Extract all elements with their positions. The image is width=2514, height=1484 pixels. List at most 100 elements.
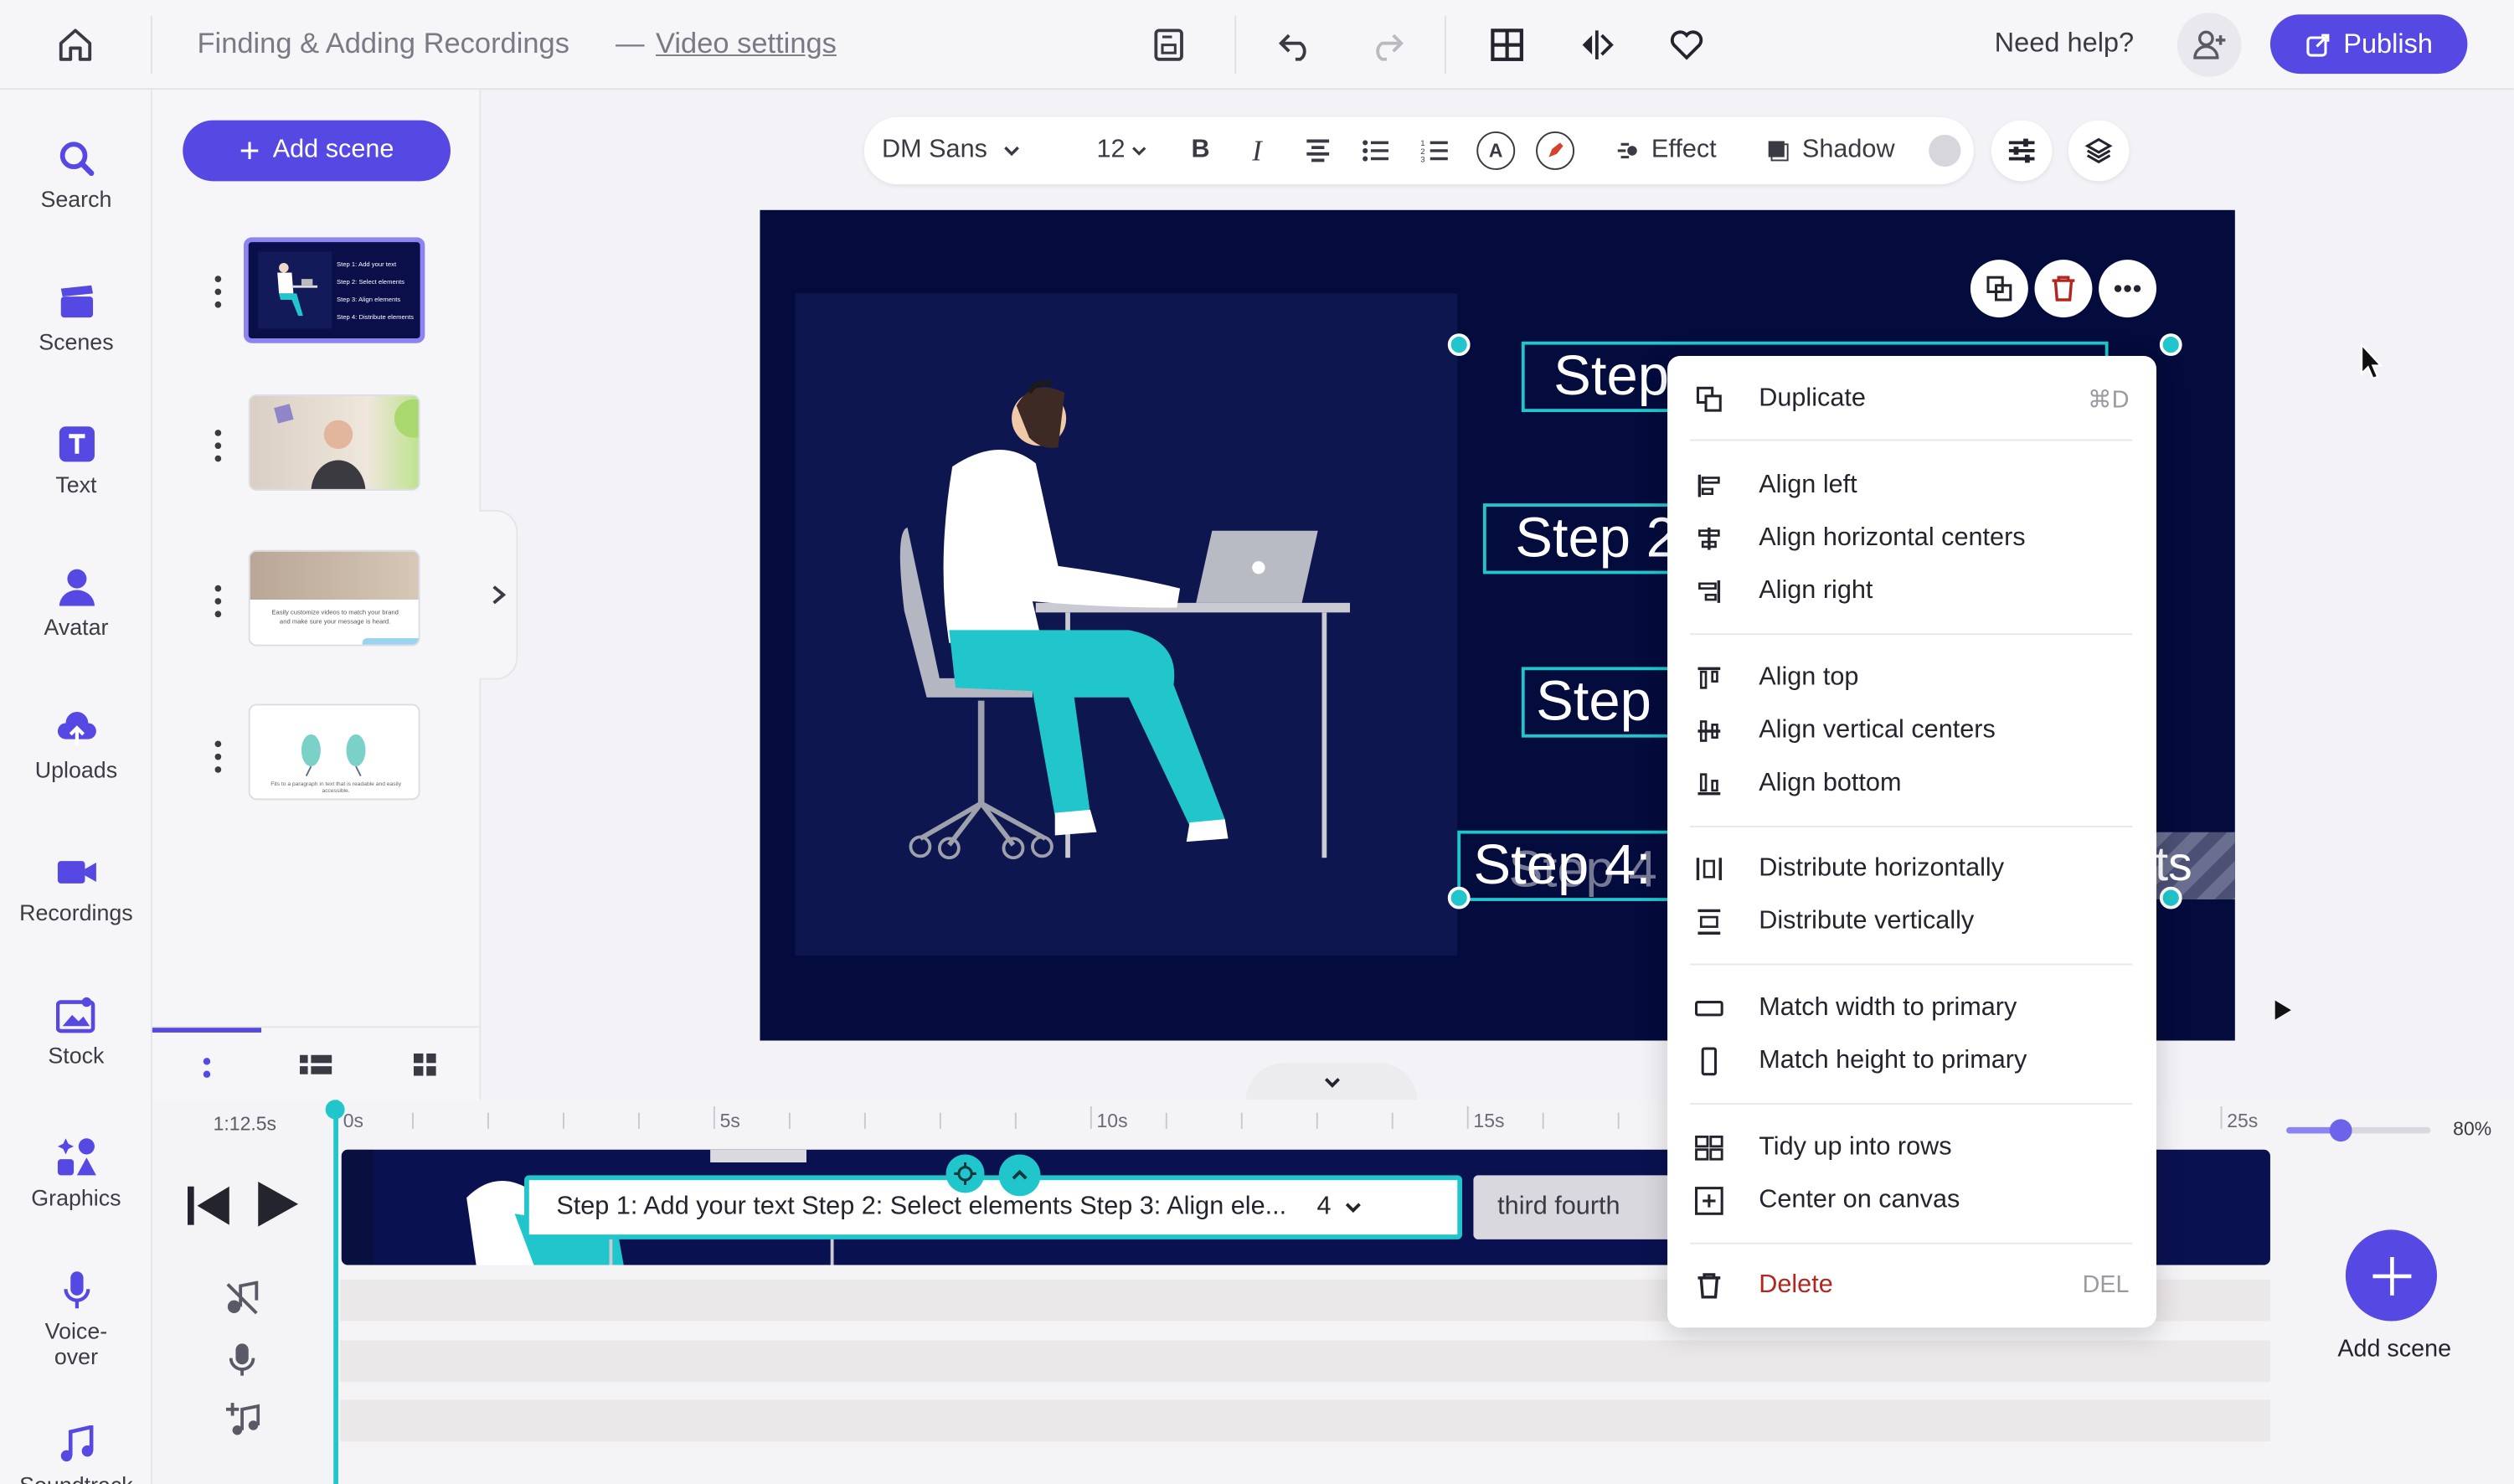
scene-menu-icon[interactable] [214,276,223,308]
chevron-down-icon[interactable] [1344,1201,1363,1213]
more-options-button[interactable] [2099,260,2157,318]
undo-icon[interactable] [1273,23,1318,68]
numbered-list-button[interactable]: 123 [1420,117,1449,184]
italic-button[interactable]: I [1252,117,1261,184]
play-scene-icon[interactable] [2274,999,2293,1022]
scene-menu-icon[interactable] [214,740,223,773]
menu-item-align-left[interactable]: Align left [1667,459,2156,512]
clip-trim-handle[interactable] [945,1154,985,1193]
save-icon[interactable] [1146,23,1192,68]
step-text-2[interactable]: Step 2 [1482,503,1676,575]
rail-item-text[interactable]: Text [0,423,152,497]
menu-item-align-v-centers[interactable]: Align vertical centers [1667,703,2156,756]
resize-handle[interactable] [2159,886,2182,909]
audio-track[interactable] [339,1340,2270,1383]
add-music-icon[interactable] [224,1401,260,1436]
rail-item-stock[interactable]: Stock [0,994,152,1068]
scene-thumb-3[interactable]: Easily customize videos to match your br… [248,549,420,647]
bold-button[interactable]: B [1191,117,1209,184]
timeline-zoom-slider[interactable] [2286,1119,2431,1142]
skip-to-start-icon[interactable] [186,1185,231,1227]
rail-item-search[interactable]: Search [0,138,152,212]
rail-item-soundtrack[interactable]: Soundtrack [0,1424,152,1484]
text-color-button[interactable]: A [1476,117,1516,184]
toggle-timeline-button[interactable] [1245,1063,1418,1102]
microphone-icon[interactable] [229,1342,255,1377]
text-clip[interactable]: Step 1: Add your text Step 2: Select ele… [524,1175,1463,1239]
shadow-button[interactable]: Shadow [1767,117,1895,184]
tab-list-view[interactable] [261,1028,370,1101]
font-size-select[interactable]: 12 [1097,117,1148,184]
rail-item-voiceover[interactable]: Voice- over [0,1270,152,1369]
menu-item-distribute-h[interactable]: Distribute horizontally [1667,842,2156,894]
menu-item-align-bottom[interactable]: Align bottom [1667,757,2156,810]
menu-item-distribute-v[interactable]: Distribute vertically [1667,894,2156,947]
heart-icon[interactable] [1664,23,1709,68]
menu-item-match-height[interactable]: Match height to primary [1667,1034,2156,1087]
redo-icon[interactable] [1364,23,1409,68]
search-icon [55,138,97,180]
flip-icon[interactable] [1574,23,1620,68]
rail-item-avatar[interactable]: Avatar [0,566,152,640]
video-settings-link[interactable]: Video settings [656,28,837,61]
expand-clip-button[interactable] [998,1154,1041,1197]
scene-menu-icon[interactable] [214,430,223,462]
tab-grid-view[interactable] [370,1028,479,1101]
zoom-slider-thumb[interactable] [2329,1119,2352,1142]
menu-divider [1689,633,2133,636]
chevron-down-icon [1131,147,1146,156]
shadow-color-swatch[interactable] [1929,117,1961,184]
play-icon[interactable] [255,1180,300,1228]
playhead-knob[interactable] [325,1100,345,1120]
rail-item-graphics[interactable]: Graphics [0,1136,152,1210]
menu-item-center-canvas[interactable]: Center on canvas [1667,1173,2156,1226]
font-family-select[interactable]: DM Sans [882,117,1021,184]
menu-item-align-h-centers[interactable]: Align horizontal centers [1667,512,2156,564]
chevron-up-icon [1012,1169,1028,1180]
align-v-center-icon [1667,718,1751,744]
rail-item-recordings[interactable]: Recordings [0,852,152,925]
scene-thumb-1[interactable]: Step 1: Add your text Step 2: Select ele… [244,237,425,343]
layers-button[interactable] [2068,120,2130,182]
group-button[interactable] [1970,260,2028,318]
no-audio-icon[interactable] [224,1280,260,1317]
chevron-down-icon [1323,1078,1340,1088]
grid-icon[interactable] [1485,23,1530,68]
add-scene-button[interactable]: + Add scene [183,120,451,182]
menu-item-align-right[interactable]: Align right [1667,564,2156,617]
tab-compact-view[interactable] [152,1028,262,1101]
scene-menu-icon[interactable] [214,585,223,618]
menu-item-duplicate[interactable]: Duplicate ⌘D [1667,372,2156,425]
resize-handle[interactable] [2159,333,2182,357]
rail-item-uploads[interactable]: Uploads [0,709,152,782]
audio-track[interactable] [339,1399,2270,1442]
scene-thumb-4[interactable]: Fits to a paragraph in text that is read… [248,703,420,801]
collapse-panel-button[interactable] [479,509,518,680]
resize-handle[interactable] [1447,886,1471,909]
scene-thumb-2[interactable] [248,394,420,491]
menu-item-delete[interactable]: Delete DEL [1667,1259,2156,1311]
add-scene-fab[interactable] [2345,1229,2438,1322]
need-help-link[interactable]: Need help? [1995,28,2135,59]
rail-item-scenes[interactable]: Scenes [0,281,152,354]
publish-button[interactable]: Publish [2269,14,2468,75]
advanced-settings-button[interactable] [1991,120,2053,182]
menu-item-tidy-rows[interactable]: Tidy up into rows [1667,1121,2156,1173]
add-collaborator-icon[interactable] [2177,13,2242,77]
text-clip-secondary[interactable]: third fourth [1473,1175,1682,1239]
ruler-tick [713,1106,715,1129]
menu-item-match-width[interactable]: Match width to primary [1667,982,2156,1034]
project-title[interactable]: Finding & Adding Recordings [197,28,569,61]
resize-handle[interactable] [1447,333,1471,357]
highlight-color-button[interactable] [1536,117,1575,184]
playhead[interactable] [333,1100,338,1484]
home-icon[interactable] [53,23,98,68]
ruler-label: 0s [343,1109,363,1132]
align-center-button[interactable] [1303,117,1332,184]
menu-item-align-top[interactable]: Align top [1667,651,2156,703]
effect-button[interactable]: Effect [1616,117,1717,184]
bullet-list-button[interactable] [1361,117,1389,184]
zoom-level: 80% [2453,1117,2492,1141]
step-text-3[interactable]: Step [1521,667,1676,738]
delete-selection-button[interactable] [2034,260,2093,318]
